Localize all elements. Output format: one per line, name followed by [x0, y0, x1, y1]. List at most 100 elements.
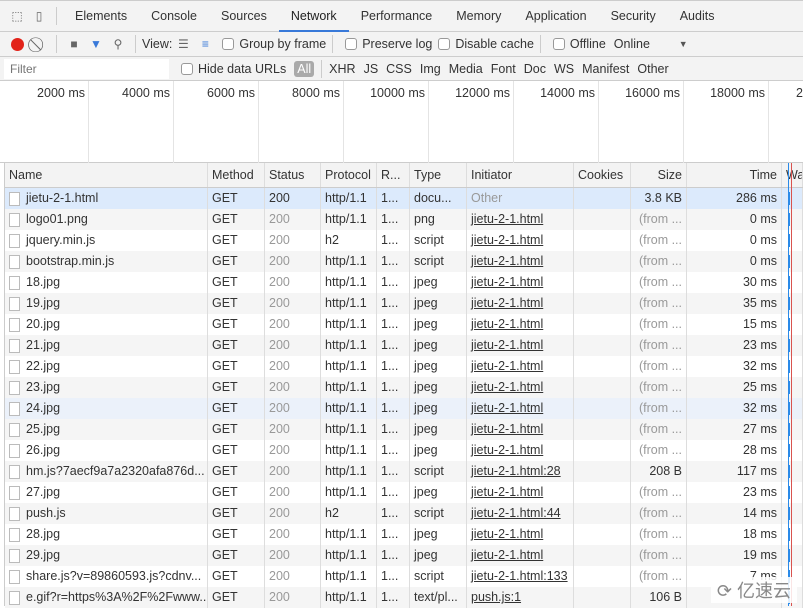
column-header-initiator[interactable]: Initiator: [467, 163, 574, 187]
cell-initiator[interactable]: jietu-2-1.html: [467, 524, 574, 545]
preserve-log-checkbox[interactable]: [345, 38, 358, 50]
cell-initiator[interactable]: jietu-2-1.html:133: [467, 566, 574, 587]
clear-icon[interactable]: ⃠: [28, 34, 50, 54]
table-row[interactable]: 18.jpg GET 200 http/1.1 1... jpeg jietu-2-1.ht…: [5, 272, 803, 293]
filter-type-css[interactable]: CSS: [386, 62, 412, 76]
column-header-time[interactable]: Time: [687, 163, 782, 187]
request-name[interactable]: jquery.min.js: [26, 230, 95, 251]
filter-input[interactable]: [4, 58, 169, 79]
table-row[interactable]: logo01.png GET 200 http/1.1 1... png jietu-2-1…: [5, 209, 803, 230]
hide-data-urls-checkbox[interactable]: [181, 62, 193, 75]
request-name[interactable]: jietu-2-1.html: [26, 188, 98, 209]
cell-initiator[interactable]: jietu-2-1.html: [467, 377, 574, 398]
table-row[interactable]: 27.jpg GET 200 http/1.1 1... jpeg jietu-2-1.ht…: [5, 482, 803, 503]
column-header-size[interactable]: Size: [631, 163, 687, 187]
tab-security[interactable]: Security: [599, 1, 668, 32]
tab-performance[interactable]: Performance: [349, 1, 445, 32]
table-row[interactable]: 24.jpg GET 200 http/1.1 1... jpeg jietu-2-1.ht…: [5, 398, 803, 419]
request-name[interactable]: 22.jpg: [26, 356, 60, 377]
table-row[interactable]: push.js GET 200 h2 1... script jietu-2-1.html:…: [5, 503, 803, 524]
table-row[interactable]: share.js?v=89860593.js?cdnv... GET 200 http…: [5, 566, 803, 587]
request-name[interactable]: hm.js?7aecf9a7a2320afa876d...: [26, 461, 205, 482]
table-row[interactable]: 25.jpg GET 200 http/1.1 1... jpeg jietu-2-1.ht…: [5, 419, 803, 440]
disable-cache-checkbox[interactable]: [438, 38, 451, 50]
column-header-status[interactable]: Status: [265, 163, 321, 187]
table-row[interactable]: 20.jpg GET 200 http/1.1 1... jpeg jietu-2-1.ht…: [5, 314, 803, 335]
cell-initiator[interactable]: push.js:1: [467, 587, 574, 608]
large-rows-icon[interactable]: ☰: [172, 34, 194, 54]
device-toolbar-icon[interactable]: ▯: [28, 6, 50, 26]
table-row[interactable]: jquery.min.js GET 200 h2 1... script jietu-2-1…: [5, 230, 803, 251]
filter-type-manifest[interactable]: Manifest: [582, 62, 629, 76]
cell-initiator[interactable]: jietu-2-1.html: [467, 314, 574, 335]
filter-type-js[interactable]: JS: [364, 62, 379, 76]
filter-type-font[interactable]: Font: [491, 62, 516, 76]
column-header-wat[interactable]: Wat: [782, 163, 803, 187]
cell-initiator[interactable]: jietu-2-1.html:28: [467, 461, 574, 482]
cell-initiator[interactable]: jietu-2-1.html: [467, 398, 574, 419]
tab-sources[interactable]: Sources: [209, 1, 279, 32]
cell-initiator[interactable]: jietu-2-1.html:44: [467, 503, 574, 524]
cell-initiator[interactable]: jietu-2-1.html: [467, 482, 574, 503]
cell-initiator[interactable]: jietu-2-1.html: [467, 545, 574, 566]
tab-console[interactable]: Console: [139, 1, 209, 32]
table-row[interactable]: 22.jpg GET 200 http/1.1 1... jpeg jietu-2-1.ht…: [5, 356, 803, 377]
network-overview-timeline[interactable]: 2000 ms 4000 ms 6000 ms 8000 ms 10000 ms 1200…: [0, 81, 803, 163]
search-icon[interactable]: ⚲: [107, 34, 129, 54]
table-row[interactable]: 19.jpg GET 200 http/1.1 1... jpeg jietu-2-1.ht…: [5, 293, 803, 314]
cell-initiator[interactable]: jietu-2-1.html: [467, 356, 574, 377]
request-name[interactable]: 28.jpg: [26, 524, 60, 545]
request-name[interactable]: 20.jpg: [26, 314, 60, 335]
request-name[interactable]: 21.jpg: [26, 335, 60, 356]
filter-type-all[interactable]: All: [294, 60, 315, 77]
request-name[interactable]: share.js?v=89860593.js?cdnv...: [26, 566, 201, 587]
table-row[interactable]: 21.jpg GET 200 http/1.1 1... jpeg jietu-2-1.ht…: [5, 335, 803, 356]
cell-initiator[interactable]: jietu-2-1.html: [467, 335, 574, 356]
table-row[interactable]: 28.jpg GET 200 http/1.1 1... jpeg jietu-2-1.ht…: [5, 524, 803, 545]
tab-network[interactable]: Network: [278, 1, 349, 32]
column-header-r[interactable]: R...: [377, 163, 410, 187]
tab-elements[interactable]: Elements: [63, 1, 139, 32]
tab-audits[interactable]: Audits: [668, 1, 727, 32]
column-header-name[interactable]: Name: [5, 163, 208, 187]
table-row[interactable]: 26.jpg GET 200 http/1.1 1... jpeg jietu-2-1.ht…: [5, 440, 803, 461]
cell-initiator[interactable]: jietu-2-1.html: [467, 230, 574, 251]
cell-initiator[interactable]: jietu-2-1.html: [467, 251, 574, 272]
inspect-element-icon[interactable]: ⬚: [6, 6, 28, 26]
column-header-method[interactable]: Method: [208, 163, 265, 187]
request-name[interactable]: 27.jpg: [26, 482, 60, 503]
filter-type-ws[interactable]: WS: [554, 62, 574, 76]
filter-type-media[interactable]: Media: [449, 62, 483, 76]
cell-initiator[interactable]: jietu-2-1.html: [467, 209, 574, 230]
table-row[interactable]: bootstrap.min.js GET 200 http/1.1 1... script…: [5, 251, 803, 272]
offline-checkbox[interactable]: [552, 38, 565, 50]
request-name[interactable]: 29.jpg: [26, 545, 60, 566]
table-row[interactable]: e.gif?r=https%3A%2F%2Fwww... GET 200 http/1…: [5, 587, 803, 608]
request-name[interactable]: push.js: [26, 503, 66, 524]
group-by-frame-checkbox[interactable]: [222, 38, 235, 50]
request-name[interactable]: 26.jpg: [26, 440, 60, 461]
table-row[interactable]: hm.js?7aecf9a7a2320afa876d... GET 200 http/…: [5, 461, 803, 482]
filter-icon[interactable]: ▼: [85, 34, 107, 54]
request-name[interactable]: 25.jpg: [26, 419, 60, 440]
tab-application[interactable]: Application: [513, 1, 598, 32]
table-row[interactable]: jietu-2-1.html GET 200 http/1.1 1... docu... O…: [5, 188, 803, 209]
request-name[interactable]: 24.jpg: [26, 398, 60, 419]
filter-type-xhr[interactable]: XHR: [329, 62, 355, 76]
request-name[interactable]: e.gif?r=https%3A%2F%2Fwww...: [26, 587, 207, 608]
column-header-cookies[interactable]: Cookies: [574, 163, 631, 187]
tab-memory[interactable]: Memory: [444, 1, 513, 32]
request-name[interactable]: 18.jpg: [26, 272, 60, 293]
request-name[interactable]: 23.jpg: [26, 377, 60, 398]
request-name[interactable]: bootstrap.min.js: [26, 251, 114, 272]
waterfall-overview-icon[interactable]: ≡: [194, 34, 216, 54]
cell-initiator[interactable]: jietu-2-1.html: [467, 272, 574, 293]
screenshot-camera-icon[interactable]: ■: [63, 34, 85, 54]
chevron-down-icon[interactable]: ▼: [679, 39, 688, 49]
filter-type-other[interactable]: Other: [637, 62, 668, 76]
table-row[interactable]: 29.jpg GET 200 http/1.1 1... jpeg jietu-2-1.ht…: [5, 545, 803, 566]
record-icon[interactable]: [6, 34, 28, 54]
request-name[interactable]: 19.jpg: [26, 293, 60, 314]
column-header-type[interactable]: Type: [410, 163, 467, 187]
column-header-protocol[interactable]: Protocol: [321, 163, 377, 187]
